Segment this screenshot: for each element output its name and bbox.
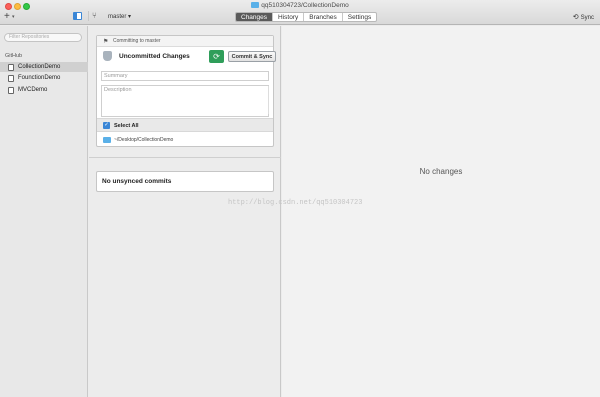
sidebar-item-label: FounctionDemo xyxy=(18,75,61,81)
tab-branches[interactable]: Branches xyxy=(304,13,343,21)
sidebar-item-collectiondemo[interactable]: CollectionDemo xyxy=(0,62,88,72)
branch-icon[interactable]: ⑂ xyxy=(92,11,97,20)
unsynced-commits-panel: No unsynced commits xyxy=(96,171,274,192)
commit-sync-button[interactable]: Commit & Sync xyxy=(228,51,276,62)
description-scrollbar[interactable] xyxy=(268,86,269,114)
commit-header-text: Committing to master xyxy=(113,38,161,44)
tab-settings[interactable]: Settings xyxy=(343,13,376,21)
repository-icon xyxy=(8,64,14,71)
toolbar: qq510304723/CollectionDemo + ▾ ⑂ master … xyxy=(0,0,600,25)
window-title: qq510304723/CollectionDemo xyxy=(0,2,600,9)
commit-panel: ⚑ Committing to master Uncommitted Chang… xyxy=(96,35,276,147)
summary-input[interactable]: Summary xyxy=(101,71,269,81)
repository-icon xyxy=(8,87,14,94)
sync-toggle-icon[interactable]: ⟳ xyxy=(209,50,224,63)
sync-label: Sync xyxy=(580,15,594,21)
window-title-text: qq510304723/CollectionDemo xyxy=(261,2,349,9)
uncommitted-row: Uncommitted Changes ⟳ Commit & Sync xyxy=(97,47,276,67)
plus-icon[interactable]: + xyxy=(4,12,10,22)
sync-icon: ⟲ xyxy=(572,14,579,21)
sidebar-item-founctiondemo[interactable]: FounctionDemo xyxy=(0,73,88,83)
sync-button[interactable]: ⟲ Sync xyxy=(573,13,594,21)
tab-history[interactable]: History xyxy=(273,13,305,21)
sidebar-group-label: GitHub xyxy=(5,53,23,59)
repo-path: ~/Desktop/CollectionDemo xyxy=(114,137,174,143)
avatar xyxy=(103,51,112,61)
filter-repositories-input[interactable]: Filter Repositories xyxy=(4,33,82,42)
uncommitted-title: Uncommitted Changes xyxy=(119,53,190,60)
sidebar-item-mvcdemo[interactable]: MVCDemo xyxy=(0,85,88,95)
changes-column: ⚑ Committing to master Uncommitted Chang… xyxy=(89,26,281,397)
commit-header: ⚑ Committing to master xyxy=(97,36,273,47)
select-all-label: Select All xyxy=(114,123,139,129)
tab-changes[interactable]: Changes xyxy=(236,13,274,21)
sidebar-item-label: MVCDemo xyxy=(18,87,48,93)
chevron-down-icon[interactable]: ▾ xyxy=(12,14,15,20)
sidebar-toggle-icon[interactable] xyxy=(73,12,82,20)
select-all-row[interactable]: ✓ Select All xyxy=(97,118,273,132)
view-tabs: Changes History Branches Settings xyxy=(235,12,378,22)
sidebar: Filter Repositories GitHub CollectionDem… xyxy=(0,26,88,397)
repository-icon xyxy=(8,75,14,82)
description-input[interactable]: Description xyxy=(101,85,269,117)
select-all-checkbox[interactable]: ✓ xyxy=(103,122,110,129)
diff-pane: No changes xyxy=(282,26,600,397)
no-changes-message: No changes xyxy=(419,167,463,176)
folder-icon xyxy=(103,137,111,143)
repo-path-row[interactable]: ~/Desktop/CollectionDemo xyxy=(97,133,273,147)
folder-icon xyxy=(251,2,260,8)
branch-selector[interactable]: master ▾ xyxy=(108,13,131,20)
watermark: http://blog.csdn.net/qq510304723 xyxy=(228,199,363,207)
divider xyxy=(89,157,281,158)
toolbar-divider xyxy=(88,11,89,21)
sidebar-item-label: CollectionDemo xyxy=(18,64,61,70)
